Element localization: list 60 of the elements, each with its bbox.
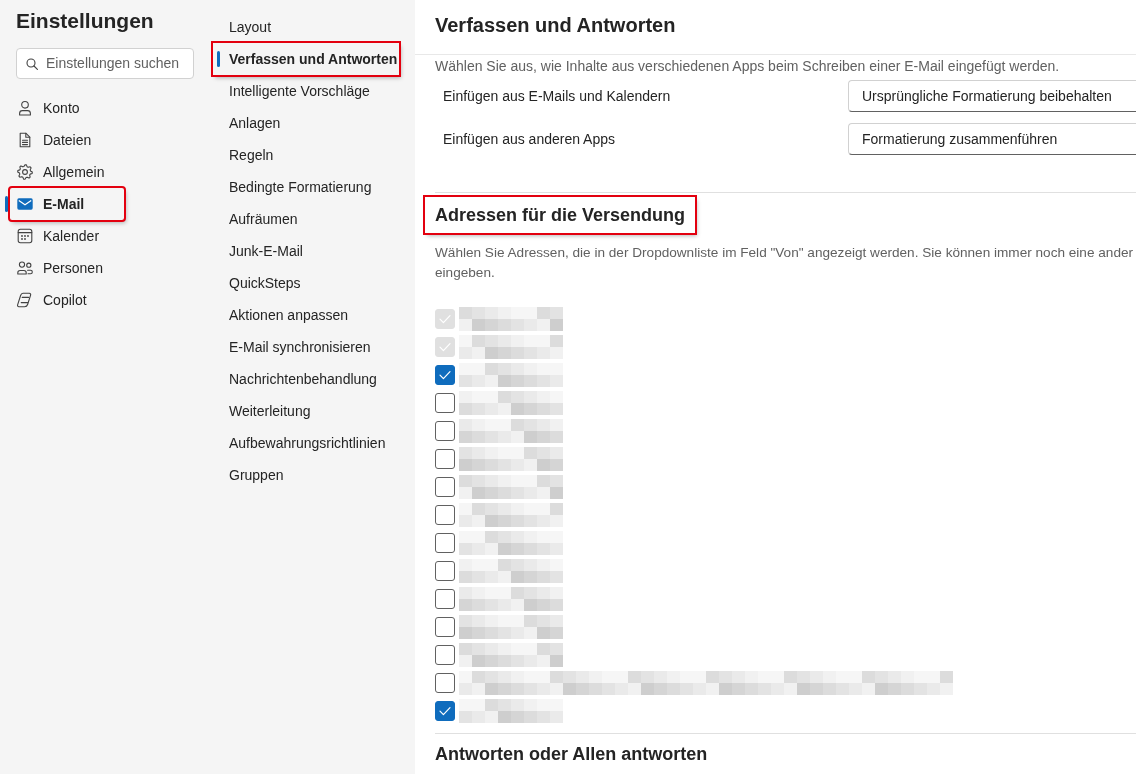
checkbox[interactable] [435,617,455,637]
category-item[interactable]: Aufbewahrungsrichtlinien [213,427,399,459]
checkbox[interactable] [435,477,455,497]
setting-label: Einfügen aus E-Mails und Kalendern [443,86,671,106]
checkmark-icon [439,706,451,716]
category-item[interactable]: Bedingte Formatierung [213,171,399,203]
description-text: Wählen Sie aus, wie Inhalte aus verschiedenen Apps beim Schreiben einer E-Mail eingefügt werden. [435,57,1060,75]
checkbox[interactable] [435,589,455,609]
checkbox[interactable] [435,421,455,441]
document-icon [17,132,33,148]
category-item[interactable]: Weiterleitung [213,395,399,427]
checkmark-icon [439,342,451,352]
checkbox[interactable] [435,533,455,553]
checkbox[interactable] [435,505,455,525]
nav-item[interactable]: Dateien [10,124,124,156]
search-field[interactable]: Einstellungen suchen [16,48,194,79]
dropdown[interactable]: Ursprüngliche Formatierung beibehalten [848,80,1136,112]
nav-item[interactable]: Personen [10,252,124,284]
category-item[interactable]: Verfassen und Antworten [213,43,399,75]
category-item[interactable]: Intelligente Vorschläge [213,75,399,107]
checkmark-icon [439,314,451,324]
checkbox[interactable] [435,449,455,469]
person-icon [17,100,33,116]
checkbox[interactable] [435,561,455,581]
checkbox[interactable] [435,645,455,665]
category-item[interactable]: Layout [213,11,399,43]
logo-icon [17,292,33,308]
checkbox[interactable] [435,365,455,385]
people-icon [17,260,33,276]
category-item[interactable]: E-Mail synchronisieren [213,331,399,363]
category-item[interactable]: Aktionen anpassen [213,299,399,331]
category-item[interactable]: Aufräumen [213,203,399,235]
category-item[interactable]: QuickSteps [213,267,399,299]
mail-icon [17,196,33,212]
setting-label: Einfügen aus anderen Apps [443,129,616,149]
selection-indicator [217,51,220,67]
nav-item[interactable]: Konto [10,92,124,124]
category-item[interactable]: Nachrichtenbehandlung [213,363,399,395]
page-title: Verfassen und Antworten [435,13,676,38]
section-heading: Adressen für die Versendung [425,197,696,233]
checkmark-icon [439,370,451,380]
checkbox[interactable] [435,393,455,413]
gear-icon [17,164,33,180]
category-item[interactable]: Anlagen [213,107,399,139]
dropdown[interactable]: Formatierung zusammenführen [848,123,1136,155]
nav-item[interactable]: E-Mail [10,188,124,220]
description-text: eingeben. [435,264,495,282]
nav-item[interactable]: Copilot [10,284,124,316]
category-item[interactable]: Junk-E-Mail [213,235,399,267]
calendar-icon [17,228,33,244]
search-icon [26,57,38,70]
section-heading: Antworten oder Allen antworten [434,743,709,766]
checkbox[interactable] [435,701,455,721]
category-item[interactable]: Gruppen [213,459,399,491]
checkbox[interactable] [435,673,455,693]
sidebar-title: Einstellungen [16,8,154,34]
nav-item[interactable]: Allgemein [10,156,124,188]
description-text: Wählen Sie Adressen, die in der Dropdownliste im Feld "Von" angezeigt werden. Sie können immer noch eine ander [435,244,1134,262]
nav-item[interactable]: Kalender [10,220,124,252]
category-item[interactable]: Regeln [213,139,399,171]
